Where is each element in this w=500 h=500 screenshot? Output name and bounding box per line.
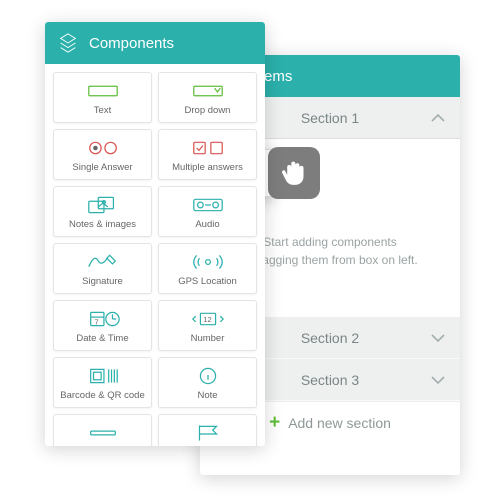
tile-label: Multiple answers xyxy=(172,162,243,173)
tile-label: Audio xyxy=(195,219,219,230)
tile-label: Notes & images xyxy=(69,219,136,230)
radio-icon xyxy=(85,137,121,159)
section-label: Section 2 xyxy=(301,330,359,346)
component-tile-gps-location[interactable]: GPS Location xyxy=(158,243,257,294)
tile-label: Date & Time xyxy=(76,333,128,344)
chevron-down-icon xyxy=(430,373,446,389)
images-icon xyxy=(85,194,121,216)
checkbox-icon xyxy=(190,137,226,159)
components-grid: Text Drop down Single Answer Multiple answe… xyxy=(45,64,265,446)
info-icon xyxy=(190,365,226,387)
separator-icon xyxy=(85,422,121,444)
tile-label: Drop down xyxy=(185,105,231,116)
tile-label: Signature xyxy=(82,276,123,287)
barcode-icon xyxy=(85,365,121,387)
signature-icon xyxy=(85,251,121,273)
number-icon xyxy=(190,308,226,330)
component-tile-multiple-answers[interactable]: Multiple answers xyxy=(158,129,257,180)
component-tile-audio[interactable]: Audio xyxy=(158,186,257,237)
tile-label: Text xyxy=(94,105,111,116)
flag-icon xyxy=(190,422,226,444)
section-label: Section 3 xyxy=(301,372,359,388)
components-icon xyxy=(57,32,79,54)
component-tile-feature-button[interactable]: Feature button xyxy=(158,414,257,446)
dropzone-hint: Start adding components y dragging them … xyxy=(242,233,417,269)
grab-hand-icon xyxy=(268,147,320,199)
components-title: Components xyxy=(89,35,174,52)
component-tile-notes-images[interactable]: Notes & images xyxy=(53,186,152,237)
component-tile-single-answer[interactable]: Single Answer xyxy=(53,129,152,180)
component-tile-number[interactable]: Number xyxy=(158,300,257,351)
component-tile-signature[interactable]: Signature xyxy=(53,243,152,294)
chevron-up-icon xyxy=(430,111,446,127)
tile-label: Number xyxy=(191,333,225,344)
dropdown-icon xyxy=(190,80,226,102)
tile-label: GPS Location xyxy=(178,276,237,287)
component-tile-barcode-qr-code[interactable]: Barcode & QR code xyxy=(53,357,152,408)
component-tile-note[interactable]: Note xyxy=(158,357,257,408)
section-label: Section 1 xyxy=(301,110,359,126)
gps-icon xyxy=(190,251,226,273)
component-tile-drop-down[interactable]: Drop down xyxy=(158,72,257,123)
components-panel: Components Text Drop down Single Answer Mul… xyxy=(45,22,265,446)
text-icon xyxy=(85,80,121,102)
tile-label: Barcode & QR code xyxy=(60,390,145,401)
component-tile-text[interactable]: Text xyxy=(53,72,152,123)
component-tile-separator[interactable]: Separator xyxy=(53,414,152,446)
tile-label: Single Answer xyxy=(72,162,132,173)
add-section-label: Add new section xyxy=(288,415,391,431)
chevron-down-icon xyxy=(430,331,446,347)
components-header: Components xyxy=(45,22,265,64)
date-icon xyxy=(85,308,121,330)
tile-label: Note xyxy=(197,390,217,401)
audio-icon xyxy=(190,194,226,216)
component-tile-date-time[interactable]: Date & Time xyxy=(53,300,152,351)
